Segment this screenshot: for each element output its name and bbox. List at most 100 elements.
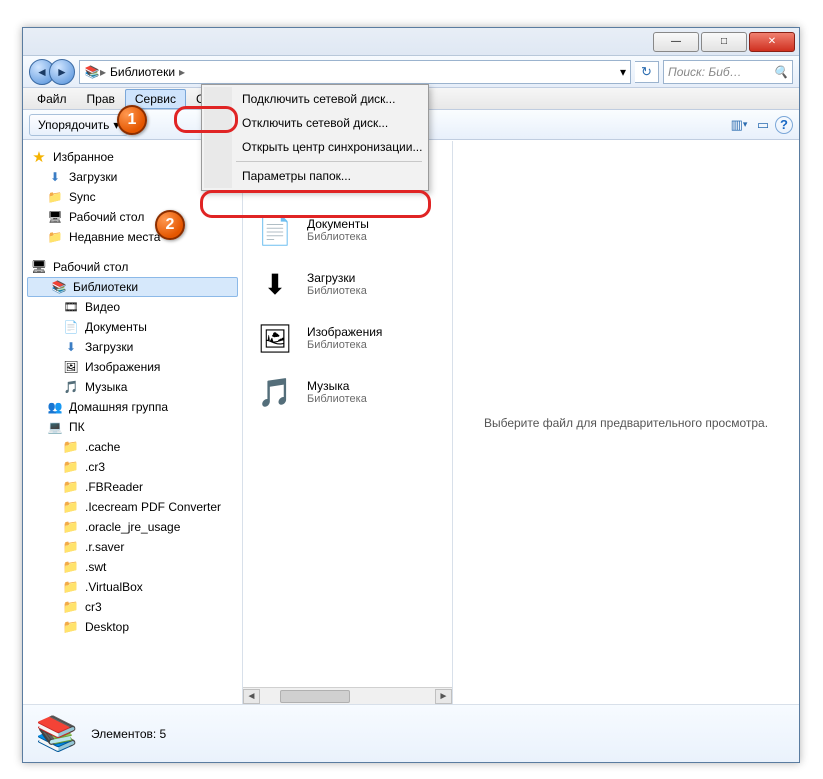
sidebar-item-folder[interactable]: .oracle_jre_usage [23,517,242,537]
help-button[interactable]: ? [775,116,793,134]
address-dropdown-icon[interactable]: ▾ [620,65,626,79]
scroll-thumb[interactable] [280,690,350,703]
menu-folder-options[interactable]: Параметры папок... [232,164,426,188]
body: Избранное Загрузки Sync Рабочий стол Нед… [23,140,799,704]
library-icon [84,64,100,80]
search-placeholder: Поиск: Биб… [668,65,742,79]
details-bar: 📚 Элементов: 5 [23,704,799,762]
menu-separator [236,161,422,162]
sidebar-item-folder[interactable]: .FBReader [23,477,242,497]
item-count: Элементов: 5 [91,727,166,741]
folder-icon [63,539,79,555]
desktop-title[interactable]: Рабочий стол [53,260,128,274]
organize-label: Упорядочить [38,118,109,132]
sidebar-item-folder[interactable]: cr3 [23,597,242,617]
folder-icon [63,499,79,515]
minimize-button[interactable]: — [653,32,699,52]
organize-button[interactable]: Упорядочить ▾ [29,114,128,136]
sidebar-item-folder[interactable]: .cr3 [23,457,242,477]
document-icon: 📄 [251,209,299,251]
item-name: Загрузки [307,271,367,285]
item-name: Музыка [307,379,367,393]
breadcrumb[interactable]: Библиотеки [106,65,179,79]
sidebar-item-homegroup[interactable]: Домашняя группа [23,397,242,417]
address-bar[interactable]: ▸ Библиотеки ▸ ▾ [79,60,631,84]
menu-file[interactable]: Файл [27,89,77,109]
sidebar-item-folder[interactable]: Desktop [23,617,242,637]
sidebar-item-music[interactable]: Музыка [23,377,242,397]
sidebar-item-libraries[interactable]: Библиотеки [27,277,238,297]
folder-icon [63,559,79,575]
download-icon: ⬇ [251,263,299,305]
folder-icon [63,459,79,475]
sidebar-item-images[interactable]: Изображения [23,357,242,377]
menu-map-network-drive[interactable]: Подключить сетевой диск... [232,87,426,111]
sidebar-item-downloads2[interactable]: Загрузки [23,337,242,357]
menu-open-sync-center[interactable]: Открыть центр синхронизации... [232,135,426,159]
item-name: Изображения [307,325,382,339]
menu-edit[interactable]: Прав [77,89,125,109]
preview-pane: Выберите файл для предварительного просм… [453,141,799,704]
item-sub: Библиотека [307,339,382,351]
folder-icon [63,579,79,595]
star-icon [31,149,47,165]
maximize-button[interactable]: □ [701,32,747,52]
breadcrumb-sep: ▸ [179,65,185,79]
sidebar-item-folder[interactable]: .cache [23,437,242,457]
desktop-icon [47,209,63,225]
scroll-left-icon[interactable]: ◄ [243,689,260,704]
folder-icon [63,619,79,635]
item-sub: Библиотека [307,393,367,405]
sidebar-item-pc[interactable]: ПК [23,417,242,437]
sidebar-item-folder[interactable]: .r.saver [23,537,242,557]
sidebar-item-recent[interactable]: Недавние места [23,227,242,247]
list-item[interactable]: ⬇ ЗагрузкиБиблиотека [247,257,448,311]
download-icon [47,169,63,185]
image-icon: 🖼 [251,317,299,359]
homegroup-icon [47,399,63,415]
nav-sidebar: Избранное Загрузки Sync Рабочий стол Нед… [23,141,243,704]
menu-disconnect-network-drive[interactable]: Отключить сетевой диск... [232,111,426,135]
content-pane: 🎞 ВидеоБиблиотека 📄 ДокументыБиблиотека … [243,141,453,704]
list-item[interactable]: 🖼 ИзображенияБиблиотека [247,311,448,365]
forward-button[interactable]: ► [49,59,75,85]
view-button[interactable]: ▥ ▾ [727,114,751,136]
desktop-icon [31,259,47,275]
download-icon [63,339,79,355]
preview-pane-button[interactable]: ▭ [751,114,775,136]
folder-icon [63,519,79,535]
folder-icon [63,599,79,615]
library-icon [51,279,67,295]
favorites-title[interactable]: Избранное [53,150,114,164]
list-item[interactable]: 🎵 МузыкаБиблиотека [247,365,448,419]
refresh-button[interactable]: ↻ [635,61,659,83]
sidebar-item-desktop[interactable]: Рабочий стол [23,207,242,227]
folder-icon [47,229,63,245]
scroll-right-icon[interactable]: ► [435,689,452,704]
music-icon [63,379,79,395]
image-icon [63,359,79,375]
folder-icon [63,479,79,495]
titlebar: — □ ✕ [23,28,799,56]
explorer-window: — □ ✕ ◄ ► ▸ Библиотеки ▸ ▾ ↻ Поиск: Биб…… [22,27,800,763]
sidebar-item-folder[interactable]: .swt [23,557,242,577]
list-item[interactable]: 📄 ДокументыБиблиотека [247,203,448,257]
close-button[interactable]: ✕ [749,32,795,52]
pc-icon [47,419,63,435]
marker-1: 1 [117,105,147,135]
sidebar-item-folder[interactable]: .VirtualBox [23,577,242,597]
item-sub: Библиотека [307,231,369,243]
search-icon[interactable]: 🔍 [773,65,788,79]
sidebar-item-video[interactable]: Видео [23,297,242,317]
sidebar-item-folder[interactable]: .Icecream PDF Converter [23,497,242,517]
item-sub: Библиотека [307,285,367,297]
folder-icon [47,189,63,205]
horizontal-scrollbar[interactable]: ◄ ► [243,687,452,704]
search-input[interactable]: Поиск: Биб… 🔍 [663,60,793,84]
sidebar-item-documents[interactable]: Документы [23,317,242,337]
preview-text: Выберите файл для предварительного просм… [484,416,768,430]
marker-2: 2 [155,210,185,240]
music-icon: 🎵 [251,371,299,413]
service-dropdown: Подключить сетевой диск... Отключить сет… [201,84,429,191]
folder-icon [63,439,79,455]
